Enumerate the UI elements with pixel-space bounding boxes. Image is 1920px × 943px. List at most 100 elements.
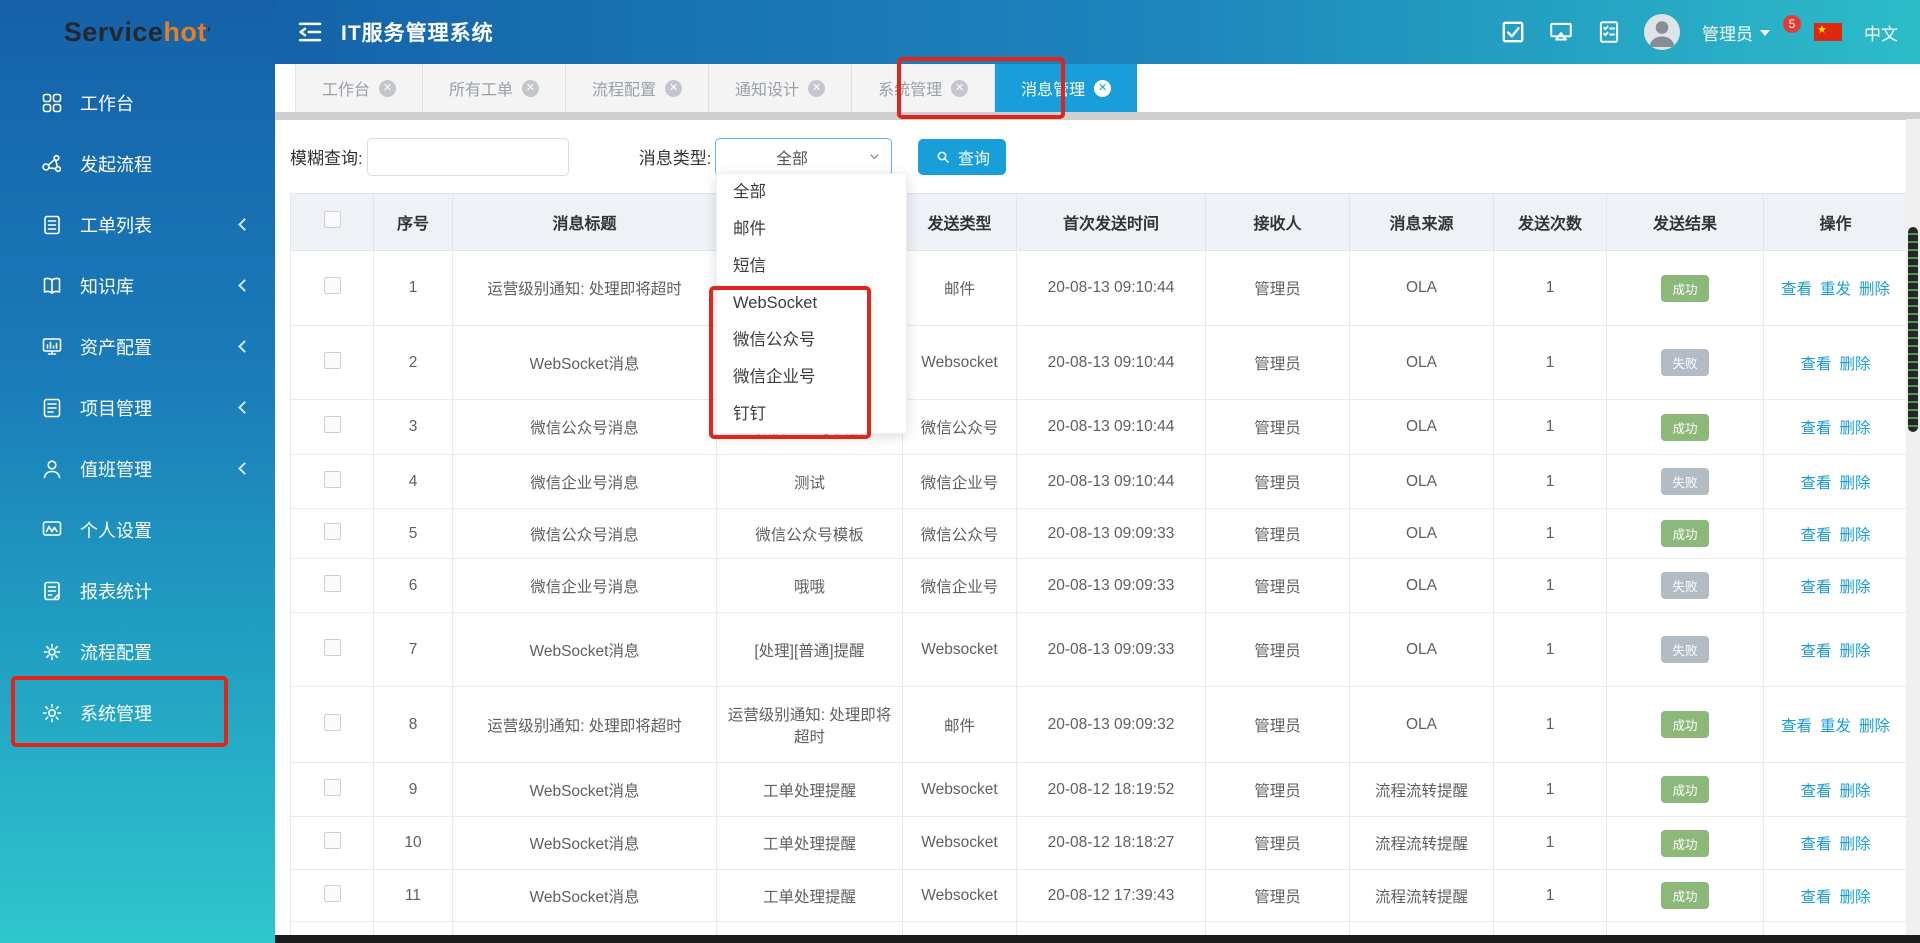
action-link-查看[interactable]: 查看 xyxy=(1800,420,1831,437)
brand-logo-hot: hot xyxy=(163,17,206,48)
action-link-删除[interactable]: 删除 xyxy=(1859,281,1890,298)
action-link-删除[interactable]: 删除 xyxy=(1840,420,1871,437)
sidebar-item-个人设置[interactable]: 个人设置 xyxy=(0,499,275,560)
action-link-查看[interactable]: 查看 xyxy=(1781,281,1812,298)
sidebar-item-资产配置[interactable]: 资产配置 xyxy=(0,316,275,377)
row-checkbox[interactable] xyxy=(324,575,341,592)
action-link-查看[interactable]: 查看 xyxy=(1800,579,1831,596)
tab-close-icon[interactable]: ✕ xyxy=(379,80,396,97)
row-receiver: 管理员 xyxy=(1206,400,1350,455)
dropdown-option-钉钉[interactable]: 钉钉 xyxy=(717,396,906,433)
action-link-查看[interactable]: 查看 xyxy=(1800,356,1831,373)
action-link-查看[interactable]: 查看 xyxy=(1781,718,1812,735)
dropdown-option-邮件[interactable]: 邮件 xyxy=(717,211,906,248)
sidebar-item-知识库[interactable]: 知识库 xyxy=(0,255,275,316)
action-link-查看[interactable]: 查看 xyxy=(1800,836,1831,853)
check-square-icon[interactable] xyxy=(1500,19,1526,45)
tab-close-icon[interactable]: ✕ xyxy=(522,80,539,97)
sidebar-item-发起流程[interactable]: 发起流程 xyxy=(0,133,275,194)
message-type-dropdown: 全部邮件短信WebSocket微信公众号微信企业号钉钉 xyxy=(716,173,907,434)
action-link-删除[interactable]: 删除 xyxy=(1840,643,1871,660)
action-link-查看[interactable]: 查看 xyxy=(1800,475,1831,492)
user-menu[interactable]: 管理员 xyxy=(1702,20,1770,45)
sidebar-item-流程配置[interactable]: 流程配置 xyxy=(0,621,275,682)
tab-close-icon[interactable]: ✕ xyxy=(1094,80,1111,97)
action-link-查看[interactable]: 查看 xyxy=(1800,643,1831,660)
dropdown-option-微信公众号[interactable]: 微信公众号 xyxy=(717,322,906,359)
action-link-重发[interactable]: 重发 xyxy=(1820,281,1851,298)
message-type-select[interactable]: 全部 xyxy=(715,138,892,176)
scrollbar-thumb[interactable] xyxy=(1908,227,1918,432)
action-link-删除[interactable]: 删除 xyxy=(1840,475,1871,492)
row-checkbox[interactable] xyxy=(324,639,341,656)
checklist-icon[interactable] xyxy=(1596,19,1622,45)
row-checkbox[interactable] xyxy=(324,523,341,540)
row-checkbox[interactable] xyxy=(324,471,341,488)
dropdown-option-短信[interactable]: 短信 xyxy=(717,248,906,285)
action-link-查看[interactable]: 查看 xyxy=(1800,783,1831,800)
table-header-row: 序号消息标题消息内容发送类型首次发送时间接收人消息来源发送次数发送结果操作 xyxy=(291,194,1908,251)
tab-close-icon[interactable]: ✕ xyxy=(808,80,825,97)
tab-close-icon[interactable]: ✕ xyxy=(951,80,968,97)
filter-bar: 模糊查询: 消息类型: 全部 查询 xyxy=(275,120,1920,193)
row-content: [处理][普通]提醒 xyxy=(717,613,903,687)
tab-通知设计[interactable]: 通知设计✕ xyxy=(709,64,852,112)
row-type: Websocket xyxy=(903,817,1017,870)
row-source: OLA xyxy=(1350,251,1494,326)
dropdown-option-WebSocket[interactable]: WebSocket xyxy=(717,285,906,322)
tab-流程配置[interactable]: 流程配置✕ xyxy=(566,64,709,112)
language-switch[interactable]: 中文 xyxy=(1864,20,1898,45)
action-link-重发[interactable]: 重发 xyxy=(1820,718,1851,735)
main-area: IT服务管理系统 管理员 xyxy=(275,0,1920,943)
tab-所有工单[interactable]: 所有工单✕ xyxy=(423,64,566,112)
tab-系统管理[interactable]: 系统管理 ✕ xyxy=(852,64,995,112)
dropdown-option-全部[interactable]: 全部 xyxy=(717,174,906,211)
row-no: 11 xyxy=(374,870,453,922)
action-link-删除[interactable]: 删除 xyxy=(1859,718,1890,735)
sidebar-item-报表统计[interactable]: 报表统计 xyxy=(0,560,275,621)
action-link-删除[interactable]: 删除 xyxy=(1840,579,1871,596)
row-checkbox[interactable] xyxy=(324,885,341,902)
select-all-checkbox[interactable] xyxy=(324,211,341,228)
dropdown-option-微信企业号[interactable]: 微信企业号 xyxy=(717,359,906,396)
tab-close-icon[interactable]: ✕ xyxy=(665,80,682,97)
row-select-cell xyxy=(291,251,374,326)
sidebar-item-系统管理[interactable]: 系统管理 xyxy=(0,682,275,743)
row-result: 成功 xyxy=(1607,400,1764,455)
sidebar-item-值班管理[interactable]: 值班管理 xyxy=(0,438,275,499)
action-link-删除[interactable]: 删除 xyxy=(1840,783,1871,800)
sidebar-collapse-icon[interactable] xyxy=(295,17,325,47)
screen-share-icon[interactable] xyxy=(1548,19,1574,45)
sidebar-item-工单列表[interactable]: 工单列表 xyxy=(0,194,275,255)
sidebar-item-label: 流程配置 xyxy=(80,639,249,665)
row-select-cell xyxy=(291,326,374,400)
sidebar-item-工作台[interactable]: 工作台 xyxy=(0,72,275,133)
row-source: OLA xyxy=(1350,613,1494,687)
user-avatar[interactable] xyxy=(1644,14,1680,50)
row-select-cell xyxy=(291,870,374,922)
row-checkbox[interactable] xyxy=(324,416,341,433)
row-checkbox[interactable] xyxy=(324,277,341,294)
action-link-删除[interactable]: 删除 xyxy=(1840,356,1871,373)
row-checkbox[interactable] xyxy=(324,714,341,731)
row-no: 3 xyxy=(374,400,453,455)
row-checkbox[interactable] xyxy=(324,779,341,796)
action-link-删除[interactable]: 删除 xyxy=(1840,527,1871,544)
tab-label: 工作台 xyxy=(322,76,370,100)
action-link-查看[interactable]: 查看 xyxy=(1800,889,1831,906)
flag-icon[interactable]: ★ xyxy=(1814,23,1842,41)
status-badge: 成功 xyxy=(1661,275,1708,302)
tab-工作台[interactable]: 工作台 ✕ xyxy=(295,64,423,112)
fuzzy-search-input[interactable] xyxy=(367,138,569,176)
search-button[interactable]: 查询 xyxy=(918,139,1006,175)
tab-bar: 工作台✕所有工单✕流程配置✕通知设计✕系统管理✕消息管理✕ xyxy=(275,64,1920,112)
row-checkbox[interactable] xyxy=(324,832,341,849)
sidebar-item-label: 个人设置 xyxy=(80,517,249,543)
sidebar-item-项目管理[interactable]: 项目管理 xyxy=(0,377,275,438)
row-checkbox[interactable] xyxy=(324,352,341,369)
tab-消息管理[interactable]: 消息管理✕ xyxy=(995,64,1137,112)
action-link-删除[interactable]: 删除 xyxy=(1840,889,1871,906)
action-link-查看[interactable]: 查看 xyxy=(1800,527,1831,544)
tab-label: 系统管理 xyxy=(878,76,942,100)
action-link-删除[interactable]: 删除 xyxy=(1840,836,1871,853)
